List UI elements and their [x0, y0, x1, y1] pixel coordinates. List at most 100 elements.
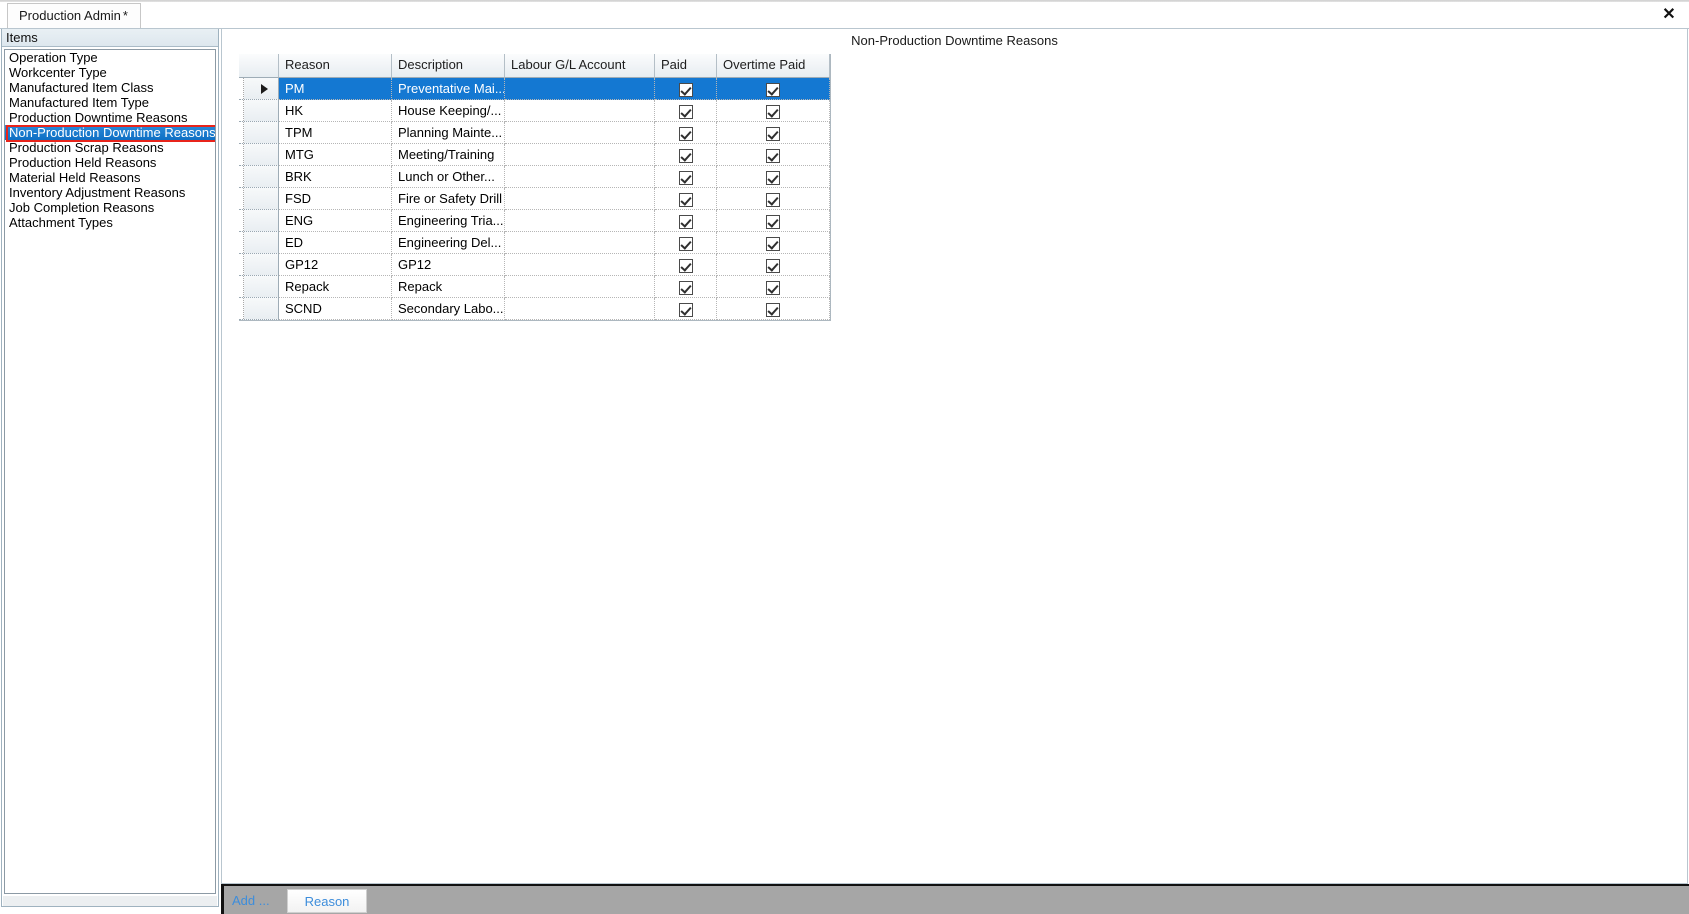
- row-selector[interactable]: [239, 254, 279, 276]
- cell-labour-gl-account[interactable]: [505, 78, 655, 100]
- table-row[interactable]: GP12 GP12: [239, 254, 830, 276]
- checkbox-paid-checked-icon[interactable]: [678, 259, 693, 274]
- cell-description[interactable]: Engineering Del...: [392, 232, 505, 254]
- items-list[interactable]: Operation Type Workcenter Type Manufacture…: [4, 49, 216, 894]
- table-row[interactable]: SCND Secondary Labo...: [239, 298, 830, 320]
- checkbox-paid-checked-icon[interactable]: [678, 237, 693, 252]
- checkbox-paid-checked-icon[interactable]: [678, 149, 693, 164]
- cell-paid[interactable]: [655, 166, 717, 188]
- checkbox-overtime-paid-checked-icon[interactable]: [766, 83, 780, 98]
- row-selector[interactable]: [239, 232, 279, 254]
- cell-paid[interactable]: [655, 100, 717, 122]
- checkbox-overtime-paid-checked-icon[interactable]: [766, 303, 780, 318]
- checkbox-paid-checked-icon[interactable]: [678, 171, 693, 186]
- cell-description[interactable]: Lunch or Other...: [392, 166, 505, 188]
- cell-reason[interactable]: PM: [279, 78, 392, 100]
- cell-description[interactable]: Repack: [392, 276, 505, 298]
- row-selector[interactable]: [239, 144, 279, 166]
- checkbox-overtime-paid-checked-icon[interactable]: [766, 127, 780, 142]
- close-icon[interactable]: ✕: [1659, 5, 1679, 25]
- cell-description[interactable]: Preventative Mai...: [392, 78, 505, 100]
- column-header-reason[interactable]: Reason: [279, 54, 392, 78]
- cell-labour-gl-account[interactable]: [505, 188, 655, 210]
- cell-reason[interactable]: MTG: [279, 144, 392, 166]
- checkbox-overtime-paid-checked-icon[interactable]: [766, 105, 780, 120]
- cell-description[interactable]: House Keeping/...: [392, 100, 505, 122]
- cell-description[interactable]: Meeting/Training: [392, 144, 505, 166]
- cell-reason[interactable]: BRK: [279, 166, 392, 188]
- cell-description[interactable]: Fire or Safety Drill: [392, 188, 505, 210]
- row-selector[interactable]: [239, 100, 279, 122]
- cell-overtime-paid[interactable]: [717, 78, 830, 100]
- cell-labour-gl-account[interactable]: [505, 254, 655, 276]
- table-row[interactable]: ENG Engineering Tria...: [239, 210, 830, 232]
- table-row[interactable]: TPM Planning Mainte...: [239, 122, 830, 144]
- cell-overtime-paid[interactable]: [717, 254, 830, 276]
- table-row[interactable]: BRK Lunch or Other...: [239, 166, 830, 188]
- checkbox-paid-checked-icon[interactable]: [678, 215, 693, 230]
- add-reason-button[interactable]: Reason: [287, 889, 367, 913]
- sidebar-item-job-completion-reasons[interactable]: Job Completion Reasons: [5, 200, 215, 215]
- row-selector[interactable]: [239, 188, 279, 210]
- cell-description[interactable]: GP12: [392, 254, 505, 276]
- cell-overtime-paid[interactable]: [717, 100, 830, 122]
- cell-reason[interactable]: TPM: [279, 122, 392, 144]
- cell-paid[interactable]: [655, 254, 717, 276]
- column-header-overtime-paid[interactable]: Overtime Paid: [717, 54, 830, 78]
- reasons-grid[interactable]: Reason Description Labour G/L Account Pa…: [239, 54, 831, 321]
- checkbox-overtime-paid-checked-icon[interactable]: [766, 281, 780, 296]
- checkbox-paid-checked-icon[interactable]: [678, 303, 693, 318]
- table-row[interactable]: FSD Fire or Safety Drill: [239, 188, 830, 210]
- cell-labour-gl-account[interactable]: [505, 100, 655, 122]
- sidebar-item-inventory-adjustment-reasons[interactable]: Inventory Adjustment Reasons: [5, 185, 215, 200]
- row-selector[interactable]: [239, 210, 279, 232]
- row-selector[interactable]: [239, 276, 279, 298]
- checkbox-paid-checked-icon[interactable]: [678, 281, 693, 296]
- column-header-paid[interactable]: Paid: [655, 54, 717, 78]
- sidebar-item-workcenter-type[interactable]: Workcenter Type: [5, 65, 215, 80]
- cell-paid[interactable]: [655, 122, 717, 144]
- checkbox-overtime-paid-checked-icon[interactable]: [766, 215, 780, 230]
- cell-overtime-paid[interactable]: [717, 122, 830, 144]
- cell-reason[interactable]: ED: [279, 232, 392, 254]
- cell-labour-gl-account[interactable]: [505, 122, 655, 144]
- cell-reason[interactable]: ENG: [279, 210, 392, 232]
- table-row[interactable]: ED Engineering Del...: [239, 232, 830, 254]
- cell-overtime-paid[interactable]: [717, 166, 830, 188]
- cell-reason[interactable]: GP12: [279, 254, 392, 276]
- cell-paid[interactable]: [655, 78, 717, 100]
- cell-overtime-paid[interactable]: [717, 210, 830, 232]
- cell-labour-gl-account[interactable]: [505, 298, 655, 320]
- cell-paid[interactable]: [655, 298, 717, 320]
- sidebar-item-attachment-types[interactable]: Attachment Types: [5, 215, 215, 230]
- table-row[interactable]: PM Preventative Mai...: [239, 78, 830, 100]
- sidebar-item-manufactured-item-type[interactable]: Manufactured Item Type: [5, 95, 215, 110]
- cell-labour-gl-account[interactable]: [505, 232, 655, 254]
- cell-reason[interactable]: HK: [279, 100, 392, 122]
- cell-reason[interactable]: FSD: [279, 188, 392, 210]
- cell-overtime-paid[interactable]: [717, 298, 830, 320]
- sidebar-item-production-scrap-reasons[interactable]: Production Scrap Reasons: [5, 140, 215, 155]
- checkbox-paid-checked-icon[interactable]: [678, 105, 693, 120]
- tab-production-admin[interactable]: Production Admin *: [7, 3, 141, 28]
- checkbox-paid-checked-icon[interactable]: [678, 127, 693, 142]
- cell-labour-gl-account[interactable]: [505, 144, 655, 166]
- table-row[interactable]: MTG Meeting/Training: [239, 144, 830, 166]
- sidebar-item-production-held-reasons[interactable]: Production Held Reasons: [5, 155, 215, 170]
- sidebar-item-non-production-downtime-reasons[interactable]: Non-Production Downtime Reasons: [5, 125, 215, 142]
- table-row[interactable]: HK House Keeping/...: [239, 100, 830, 122]
- row-selector[interactable]: [239, 122, 279, 144]
- checkbox-overtime-paid-checked-icon[interactable]: [766, 193, 780, 208]
- cell-description[interactable]: Engineering Tria...: [392, 210, 505, 232]
- column-header-labour-gl-account[interactable]: Labour G/L Account: [505, 54, 655, 78]
- table-row[interactable]: Repack Repack: [239, 276, 830, 298]
- cell-paid[interactable]: [655, 276, 717, 298]
- checkbox-overtime-paid-checked-icon[interactable]: [766, 149, 780, 164]
- cell-overtime-paid[interactable]: [717, 188, 830, 210]
- checkbox-paid-checked-icon[interactable]: [678, 83, 693, 98]
- sidebar-item-operation-type[interactable]: Operation Type: [5, 50, 215, 65]
- add-label[interactable]: Add ...: [232, 893, 270, 908]
- sidebar-item-manufactured-item-class[interactable]: Manufactured Item Class: [5, 80, 215, 95]
- row-selector[interactable]: [239, 166, 279, 188]
- checkbox-overtime-paid-checked-icon[interactable]: [766, 237, 780, 252]
